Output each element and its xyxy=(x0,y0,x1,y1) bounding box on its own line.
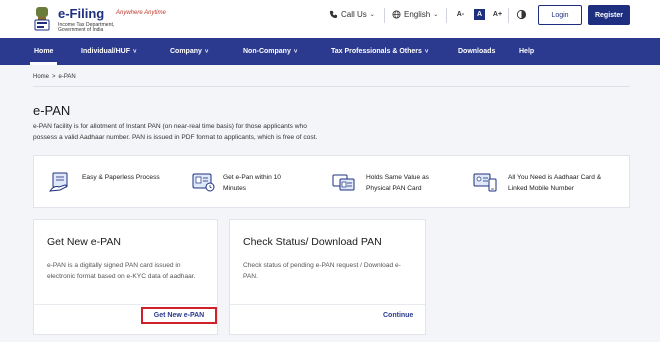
breadcrumb-separator: > xyxy=(52,74,56,80)
chevron-down-icon: ⌄ xyxy=(369,12,375,18)
main-nav: Home Individual/HUF ˅ Company ˅ Non-Compan… xyxy=(0,38,660,65)
chevron-down-icon: ˅ xyxy=(204,48,209,55)
phone-icon xyxy=(329,10,338,19)
logo-subtitle-2: Government of India xyxy=(58,27,104,33)
divider xyxy=(33,86,630,87)
logo-title: e-Filing xyxy=(58,6,105,21)
feature-item: Holds Same Value as Physical PAN Card xyxy=(366,172,429,194)
nav-item-company[interactable]: Company ˅ xyxy=(170,38,208,65)
page-title: e-PAN xyxy=(33,103,71,118)
feature-item: Get e-Pan within 10 Minutes xyxy=(223,172,281,194)
card-description: e-PAN is a digitally signed PAN card iss… xyxy=(47,262,196,280)
call-us-label: Call Us xyxy=(341,10,367,19)
nav-item-individual[interactable]: Individual/HUF ˅ xyxy=(81,38,137,65)
language-label: English xyxy=(404,10,431,19)
feature-line1: Holds Same Value as xyxy=(366,174,429,181)
register-button[interactable]: Register xyxy=(588,5,630,25)
get-new-epan-card: Get New e-PAN e-PAN is a digitally signe… xyxy=(33,219,218,335)
nav-label: Non-Company xyxy=(243,48,291,55)
nav-label: Individual/HUF xyxy=(81,48,130,55)
divider xyxy=(508,8,509,23)
nav-label: Downloads xyxy=(458,48,496,55)
font-increase-button[interactable]: A+ xyxy=(492,9,503,20)
nav-label: Company xyxy=(170,48,202,55)
continue-link[interactable]: Continue xyxy=(383,312,413,319)
card-description: Check status of pending e-PAN request / … xyxy=(243,262,401,280)
globe-icon xyxy=(392,10,401,19)
aadhaar-mobile-icon xyxy=(473,173,497,192)
nav-item-tax-professionals[interactable]: Tax Professionals & Others ˅ xyxy=(331,38,428,65)
login-button[interactable]: Login xyxy=(538,5,582,25)
nav-item-downloads[interactable]: Downloads xyxy=(458,38,495,65)
feature-line1: All You Need is Aadhaar Card & xyxy=(508,174,602,181)
feature-item: All You Need is Aadhaar Card & Linked Mo… xyxy=(508,172,601,194)
font-normal-button[interactable]: A xyxy=(474,9,485,20)
nav-item-non-company[interactable]: Non-Company ˅ xyxy=(243,38,297,65)
feature-line1: Get e-Pan within 10 xyxy=(223,174,281,181)
feature-item: Easy & Paperless Process xyxy=(82,172,160,183)
paperless-process-icon xyxy=(48,172,68,192)
divider xyxy=(384,8,385,23)
feature-line2: Physical PAN Card xyxy=(366,185,422,192)
features-panel: Easy & Paperless Process Get e-Pan withi… xyxy=(33,155,630,208)
chevron-down-icon: ˅ xyxy=(293,48,298,55)
chevron-down-icon: ⌄ xyxy=(433,12,439,18)
divider xyxy=(230,304,425,305)
nav-label: Home xyxy=(34,48,54,55)
nav-label: Tax Professionals & Others xyxy=(331,48,422,55)
emblem-icon xyxy=(34,7,50,31)
chevron-down-icon: ˅ xyxy=(424,48,429,55)
feature-line1: Easy & Paperless Process xyxy=(82,174,160,181)
get-new-epan-link[interactable]: Get New e-PAN xyxy=(154,312,204,319)
page-description: e-PAN facility is for allotment of Insta… xyxy=(33,123,318,141)
instant-epan-icon xyxy=(192,173,215,192)
logo-tagline: Anywhere Anytime xyxy=(116,10,166,16)
breadcrumb-current: e-PAN xyxy=(58,74,76,80)
card-title: Get New e-PAN xyxy=(47,236,121,248)
font-decrease-button[interactable]: A- xyxy=(455,9,466,20)
nav-item-home[interactable]: Home xyxy=(29,38,59,65)
highlight-box: Get New e-PAN xyxy=(141,307,217,324)
contrast-toggle-icon[interactable] xyxy=(516,9,527,20)
nav-label: Help xyxy=(519,48,535,55)
feature-line2: Linked Mobile Number xyxy=(508,185,574,192)
language-dropdown[interactable]: English ⌄ xyxy=(392,10,438,19)
check-status-card: Check Status/ Download PAN Check status … xyxy=(229,219,426,335)
call-us-dropdown[interactable]: Call Us ⌄ xyxy=(329,10,375,19)
divider xyxy=(446,8,447,23)
efiling-logo[interactable]: e-Filing Anywhere Anytime Income Tax Dep… xyxy=(32,4,172,34)
pan-card-value-icon xyxy=(332,174,355,191)
breadcrumb: Home > e-PAN xyxy=(33,74,76,80)
divider xyxy=(34,304,217,305)
top-header: e-Filing Anywhere Anytime Income Tax Dep… xyxy=(0,0,660,38)
feature-line2: Minutes xyxy=(223,185,247,192)
nav-item-help[interactable]: Help xyxy=(519,38,534,65)
card-title: Check Status/ Download PAN xyxy=(243,236,382,248)
breadcrumb-home[interactable]: Home xyxy=(33,74,49,80)
chevron-down-icon: ˅ xyxy=(133,48,137,55)
